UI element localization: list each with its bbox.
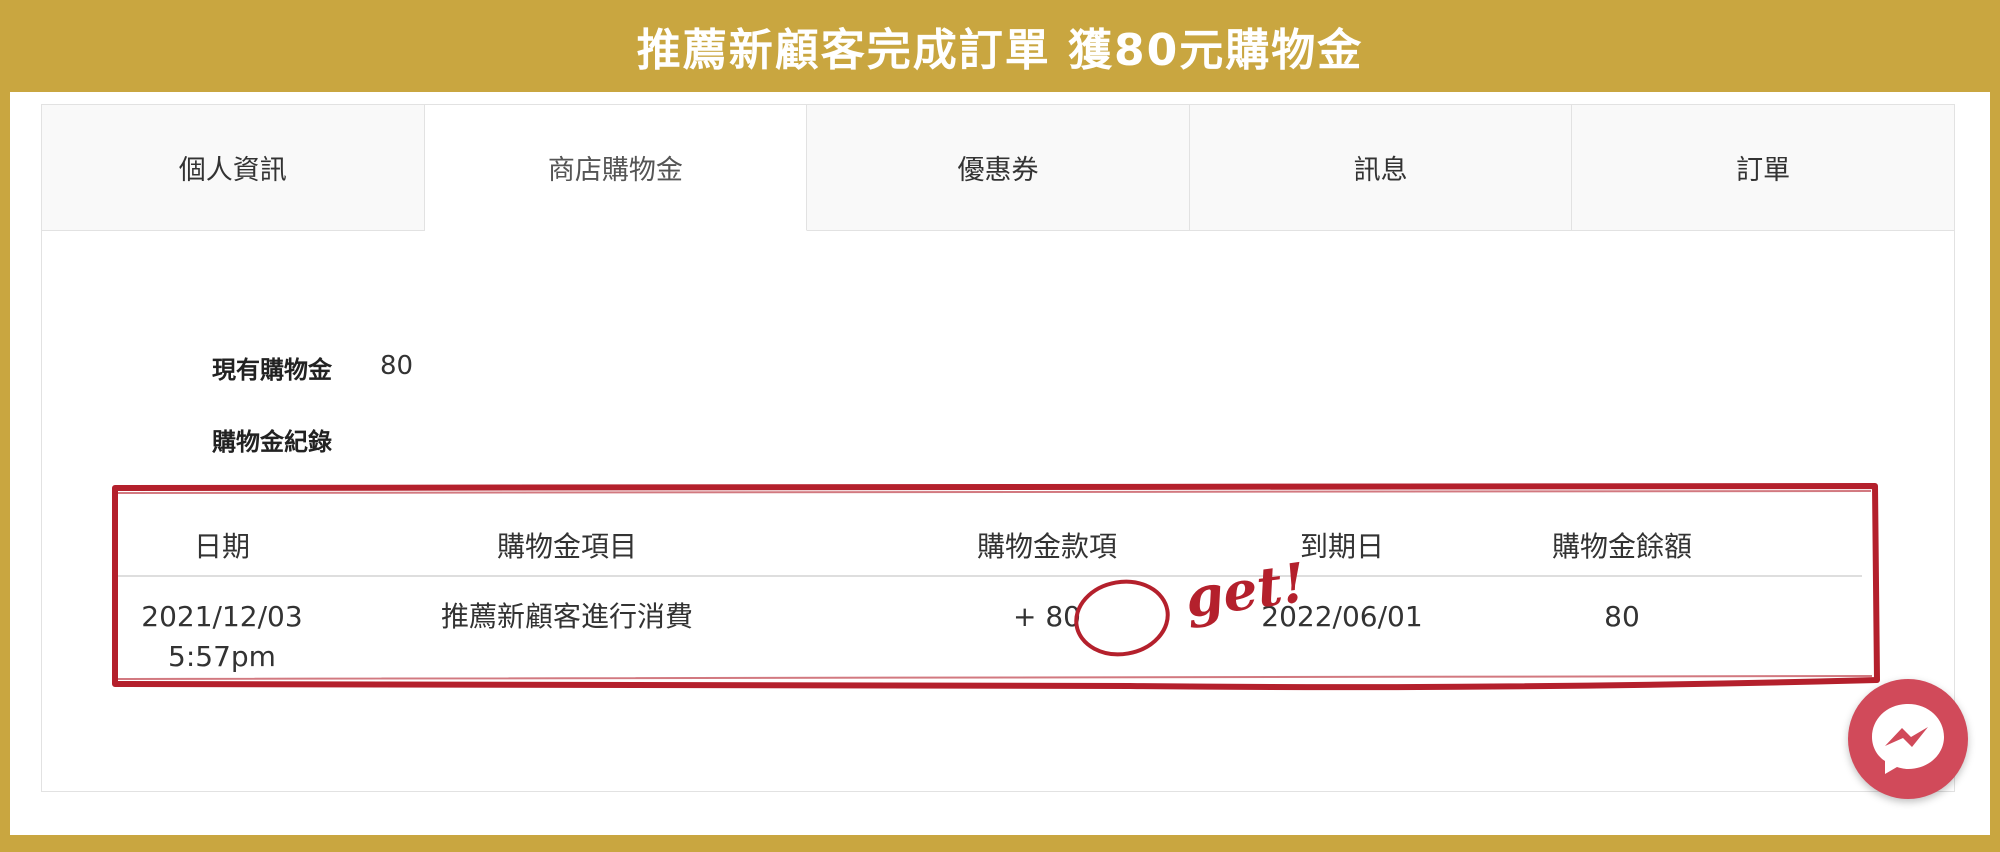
messenger-icon — [1872, 704, 1944, 774]
account-card: 個人資訊 商店購物金 優惠券 訊息 訂單 現有購物金 80 購物金紀錄 日期 購… — [41, 104, 1955, 792]
promo-title: 推薦新顧客完成訂單 獲80元購物金 — [636, 25, 1364, 76]
tab-profile[interactable]: 個人資訊 — [42, 105, 425, 231]
credit-history-label: 購物金紀錄 — [212, 428, 332, 456]
column-amount: 購物金款項 — [976, 530, 1117, 563]
row-date: 2021/12/03 5:57pm — [141, 600, 303, 673]
credit-history-table: 日期 購物金項目 購物金款項 到期日 購物金餘額 2021/12/03 5:57… — [117, 505, 1862, 687]
table-row: 2021/12/03 5:57pm 推薦新顧客進行消費 + 80 2022/06… — [117, 577, 1862, 687]
current-credit-label: 現有購物金 — [212, 356, 332, 384]
table-header: 日期 購物金項目 購物金款項 到期日 購物金餘額 — [117, 505, 1862, 577]
row-amount: + 80 — [1013, 600, 1081, 633]
account-tabs: 個人資訊 商店購物金 優惠券 訊息 訂單 — [42, 105, 1954, 231]
messenger-button[interactable] — [1848, 679, 1968, 799]
column-item: 購物金項目 — [496, 530, 637, 563]
tab-coupons[interactable]: 優惠券 — [807, 105, 1190, 231]
tab-orders[interactable]: 訂單 — [1572, 105, 1954, 231]
column-date: 日期 — [193, 530, 250, 563]
promo-banner: 推薦新顧客完成訂單 獲80元購物金 — [0, 0, 2000, 92]
account-panel: 個人資訊 商店購物金 優惠券 訊息 訂單 現有購物金 80 購物金紀錄 日期 購… — [10, 92, 1990, 835]
tab-messages[interactable]: 訊息 — [1189, 105, 1573, 231]
row-balance: 80 — [1604, 600, 1640, 633]
column-balance: 購物金餘額 — [1551, 530, 1692, 563]
current-credit-value: 80 — [380, 351, 414, 381]
tab-store-credit[interactable]: 商店購物金 — [424, 105, 808, 231]
row-item: 推薦新顧客進行消費 — [440, 600, 693, 633]
